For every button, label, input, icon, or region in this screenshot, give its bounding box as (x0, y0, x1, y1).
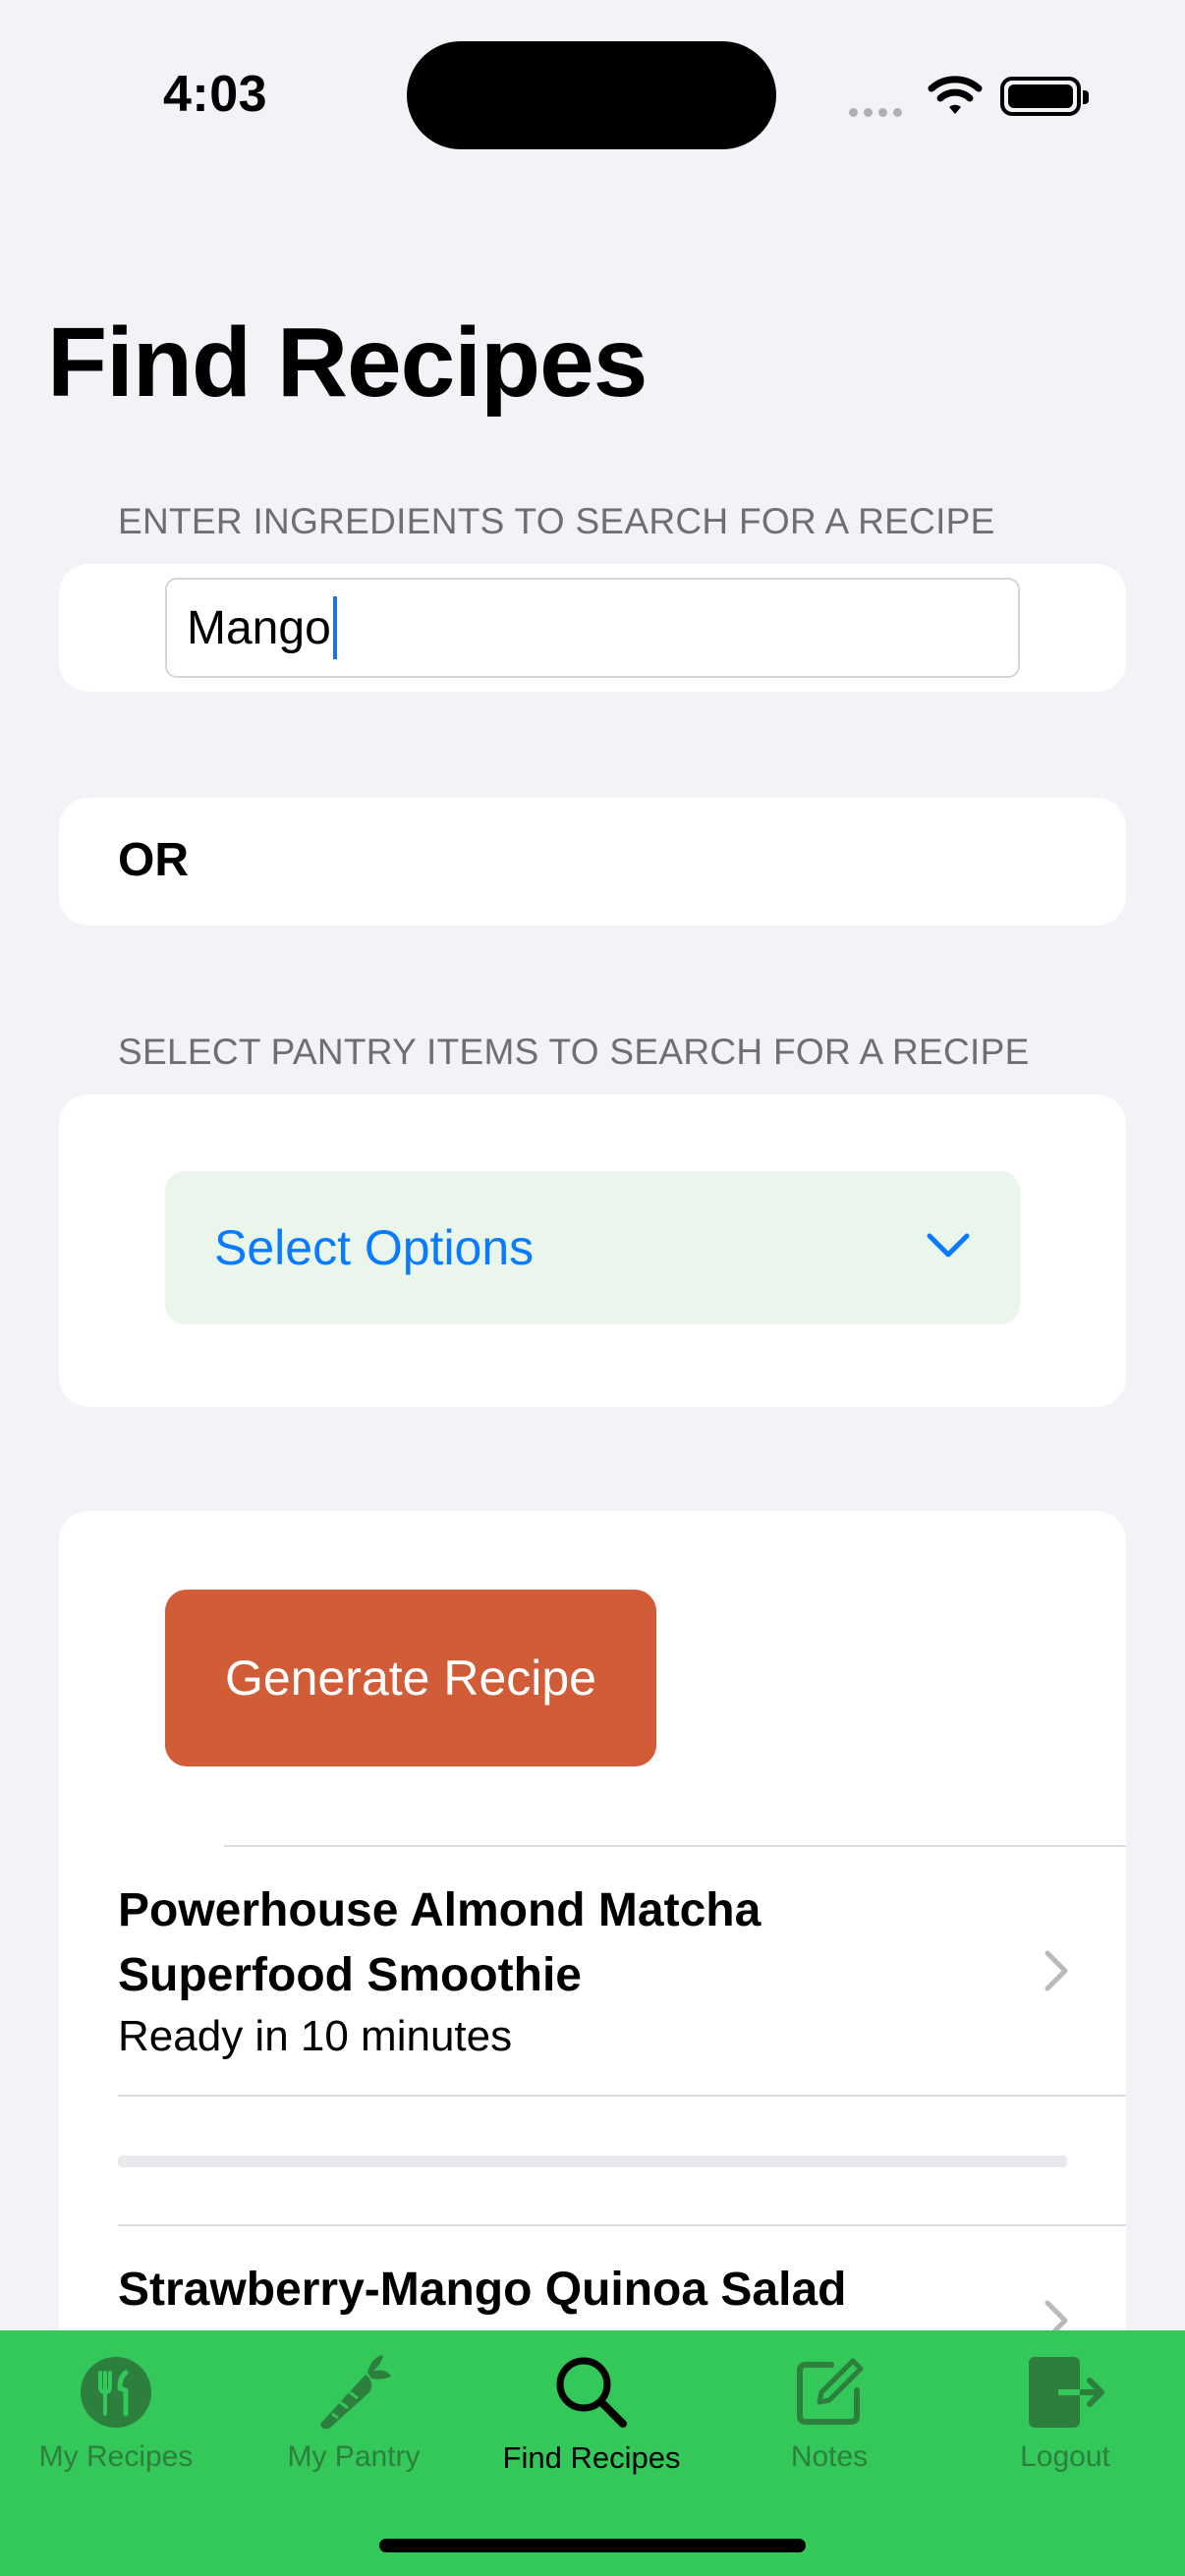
wifi-icon (928, 73, 983, 121)
text-caret (332, 596, 337, 659)
tab-label: My Recipes (38, 2440, 194, 2473)
tab-my-pantry[interactable]: My Pantry (236, 2348, 472, 2505)
ingredients-search-input[interactable]: Mango (165, 578, 1020, 678)
battery-icon (1000, 77, 1089, 116)
magnifier-icon (554, 2348, 629, 2436)
page-title: Find Recipes (47, 308, 648, 418)
loading-placeholder (118, 2156, 1067, 2167)
fork-knife-icon (79, 2348, 153, 2436)
carrot-icon (312, 2348, 395, 2436)
dynamic-island (407, 41, 776, 149)
tab-my-recipes[interactable]: My Recipes (0, 2348, 234, 2505)
tab-logout[interactable]: Logout (947, 2348, 1183, 2505)
ingredients-section-header: ENTER INGREDIENTS TO SEARCH FOR A RECIPE (118, 501, 995, 541)
or-label: OR (118, 834, 189, 886)
recipe-subtitle: Ready in 10 minutes (118, 2012, 513, 2060)
pantry-section-header: SELECT PANTRY ITEMS TO SEARCH FOR A RECI… (118, 1032, 1030, 1072)
status-time: 4:03 (163, 66, 268, 123)
recipe-title-line: Superfood Smoothie (118, 1949, 582, 2001)
chevron-down-icon (926, 1231, 971, 1265)
pantry-select-dropdown[interactable]: Select Options (165, 1171, 1020, 1324)
chevron-right-icon (1042, 1949, 1071, 1992)
tab-label: Notes (790, 2440, 869, 2473)
home-indicator (379, 2539, 806, 2552)
tab-find-recipes[interactable]: Find Recipes (474, 2348, 709, 2505)
recipe-title: Powerhouse Almond Matcha Superfood Smoot… (118, 1878, 761, 2008)
recipe-title-line: Powerhouse Almond Matcha (118, 1884, 762, 1936)
tab-label: Logout (1020, 2440, 1110, 2473)
tab-label: Find Recipes (502, 2440, 681, 2475)
cellular-signal-icon (849, 104, 908, 117)
divider (118, 2095, 1126, 2097)
tab-notes[interactable]: Notes (711, 2348, 947, 2505)
generate-recipe-button[interactable]: Generate Recipe (165, 1590, 656, 1766)
ingredients-input-value: Mango (187, 601, 331, 654)
dropdown-label: Select Options (214, 1220, 535, 1275)
square-pencil-icon (792, 2348, 867, 2436)
or-card (59, 798, 1126, 925)
tab-label: My Pantry (287, 2440, 421, 2473)
door-arrow-icon (1023, 2348, 1107, 2436)
recipe-title: Strawberry-Mango Quinoa Salad (118, 2264, 847, 2316)
